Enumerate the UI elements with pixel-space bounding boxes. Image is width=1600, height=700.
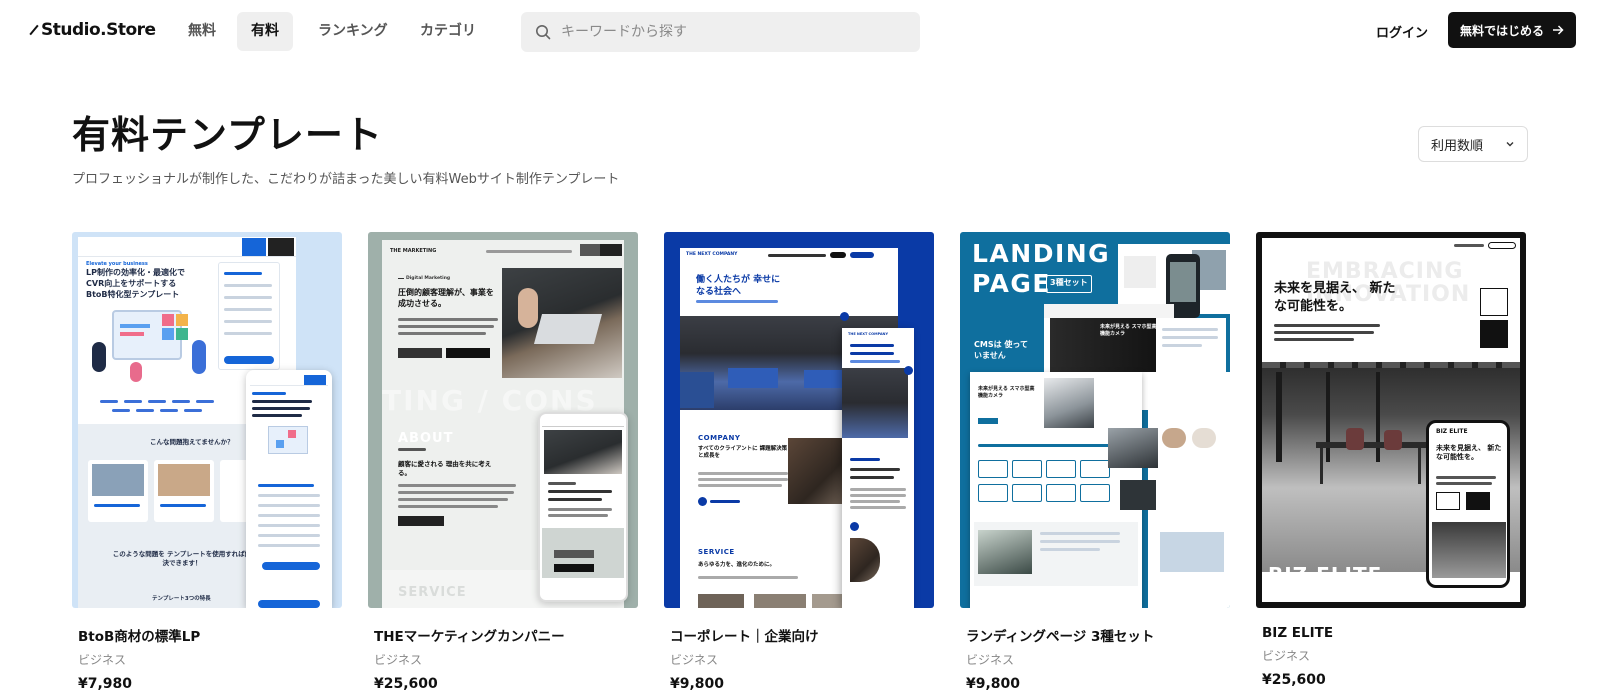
sort-select[interactable]: 利用数順 (1418, 126, 1528, 162)
logo-slash-icon (29, 24, 39, 36)
preview-about-text: 顧客に愛される 理由を共に考える。 (398, 460, 492, 477)
template-thumbnail[interactable]: THE NEXT COMPANY 働く人たちが 幸せになる社会へ COMPANY… (664, 232, 934, 608)
preview-question: こんな問題抱えてませんか？ (150, 438, 234, 446)
nav-free[interactable]: 無料 (174, 12, 230, 51)
preview-features: テンプレート3つの特長 (152, 596, 211, 602)
logo-text: Studio.Store (41, 20, 156, 40)
preview-brand-mobile: BIZ ELITE (1436, 428, 1468, 435)
site-header: Studio.Store 無料 有料 ランキング カテゴリ ログイン 無料ではじ… (0, 0, 1600, 62)
template-thumbnail[interactable]: Elevate your business LP制作の効率化・最適化で CVR向… (72, 232, 342, 608)
template-price: ¥7,980 (78, 676, 133, 692)
template-price: ¥9,800 (670, 676, 725, 692)
template-category: ビジネス (966, 653, 1015, 667)
preview-solution: このような問題を テンプレートを使用すれば解決できます！ (112, 550, 252, 567)
template-thumbnail[interactable]: LANDING PAGE 3種セット CMSは 使っていません 未来が見える ス… (960, 232, 1230, 608)
preview-cms: CMSは 使っていません (974, 340, 1028, 360)
template-name[interactable]: ランディングページ 3種セット (966, 625, 1230, 645)
search-icon (536, 25, 551, 40)
template-category: ビジネス (670, 653, 719, 667)
preview-brand: BIZ ELITE (1268, 563, 1383, 587)
template-card[interactable]: LANDING PAGE 3種セット CMSは 使っていません 未来が見える ス… (960, 232, 1230, 692)
preview-brand: THE MARKETING (390, 248, 437, 254)
nav-category[interactable]: カテゴリ (406, 12, 490, 51)
preview-sub-top: 未来が見える スマホ型高機能カメラ (1100, 324, 1157, 337)
search-input[interactable] (561, 24, 891, 40)
preview-headline: 未来を見据え、 新たな可能性を。 (1274, 281, 1396, 314)
preview-about: ABOUT (398, 431, 454, 446)
preview-brand: THE NEXT COMPANY (686, 252, 738, 257)
preview-service: SERVICE (398, 585, 467, 600)
template-thumbnail[interactable]: THE MARKETING Digital Marketing 圧倒的顧客理解が… (368, 232, 638, 608)
template-name[interactable]: THEマーケティングカンパニー (374, 625, 638, 645)
sort-label: 利用数順 (1431, 138, 1484, 154)
preview-headline: LP制作の効率化・最適化で CVR向上をサポートする BtoB特化型テンプレート (86, 268, 185, 299)
login-link[interactable]: ログイン (1376, 22, 1428, 41)
chevron-down-icon (1506, 142, 1514, 147)
template-price: ¥25,600 (1262, 672, 1326, 688)
template-thumbnail[interactable]: EMBRACING INNOVATION 未来を見据え、 新たな可能性を。 BI… (1256, 232, 1526, 608)
template-card[interactable]: Elevate your business LP制作の効率化・最適化で CVR向… (72, 232, 342, 692)
template-card[interactable]: THE MARKETING Digital Marketing 圧倒的顧客理解が… (368, 232, 638, 692)
template-name[interactable]: BIZ ELITE (1262, 625, 1526, 641)
preview-line1: LANDING (972, 239, 1111, 268)
search-box[interactable] (521, 12, 920, 52)
start-free-button[interactable]: 無料ではじめる (1448, 12, 1576, 48)
logo[interactable]: Studio.Store (28, 20, 156, 40)
preview-line2: PAGE (972, 269, 1051, 298)
preview-company: COMPANY (698, 434, 741, 442)
preview-sub-main: 未来が見える スマホ型高機能カメラ (978, 386, 1035, 399)
template-price: ¥9,800 (966, 676, 1021, 692)
preview-brand-mobile: THE NEXT COMPANY (848, 332, 888, 336)
preview-badge: 3種セット (1050, 278, 1088, 287)
preview-tagline: スタートアップ / CMSで簡単更新 (1268, 588, 1377, 596)
preview-service-text: あらゆる力を、進化のために。 (698, 562, 776, 568)
template-card[interactable]: EMBRACING INNOVATION 未来を見据え、 新たな可能性を。 BI… (1256, 232, 1526, 688)
preview-company-text: すべてのクライアントに 課題解決策と成長を (698, 446, 788, 460)
nav-ranking[interactable]: ランキング (304, 12, 402, 51)
template-card[interactable]: THE NEXT COMPANY 働く人たちが 幸せになる社会へ COMPANY… (664, 232, 934, 692)
preview-headline: 圧倒的顧客理解が、事業を成功させる。 (398, 288, 494, 308)
page-title: 有料テンプレート (72, 113, 383, 157)
template-name[interactable]: BtoB商材の標準LP (78, 625, 342, 645)
preview-tag: Digital Marketing (406, 276, 451, 281)
template-category: ビジネス (1262, 649, 1311, 663)
preview-eyebrow: Elevate your business (86, 261, 148, 267)
start-free-label: 無料ではじめる (1459, 23, 1544, 38)
template-name[interactable]: コーポレート｜企業向け (670, 625, 934, 645)
page-subtitle: プロフェッショナルが制作した、こだわりが詰まった美しい有料Webサイト制作テンプ… (72, 172, 620, 187)
preview-headline: 働く人たちが 幸せになる社会へ (696, 275, 781, 298)
template-price: ¥25,600 (374, 676, 438, 692)
arrow-right-icon (1553, 25, 1564, 35)
preview-service: SERVICE (698, 548, 735, 556)
template-category: ビジネス (374, 653, 423, 667)
preview-headline-mobile: 未来を見据え、 新たな可能性を。 (1436, 444, 1502, 462)
template-category: ビジネス (78, 653, 127, 667)
nav-paid[interactable]: 有料 (237, 12, 293, 51)
